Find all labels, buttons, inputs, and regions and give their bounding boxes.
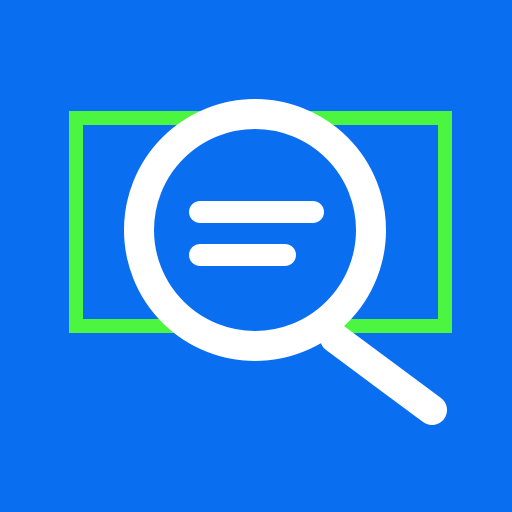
app-icon-graphic: [0, 0, 512, 512]
app-icon: [0, 0, 512, 512]
magnifier-lens: [124, 99, 386, 361]
